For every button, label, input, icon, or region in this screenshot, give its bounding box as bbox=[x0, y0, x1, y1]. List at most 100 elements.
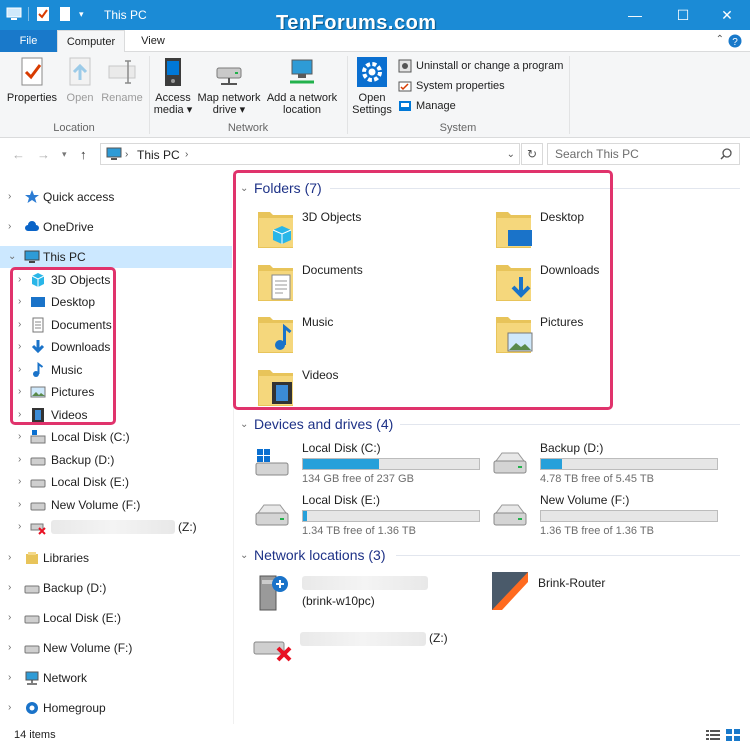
map-network-label-2: drive ▾ bbox=[212, 104, 246, 116]
tab-file[interactable]: File bbox=[0, 30, 57, 52]
search-box[interactable] bbox=[547, 143, 740, 165]
collapse-chevron-icon[interactable]: ⌄ bbox=[8, 251, 16, 262]
close-button[interactable]: ✕ bbox=[704, 0, 750, 30]
nav-backup-d[interactable]: › Backup (D:) bbox=[0, 449, 232, 471]
drive-tile-f[interactable]: New Volume (F:) 1.36 TB free of 1.36 TB bbox=[492, 493, 722, 537]
expand-chevron-icon[interactable]: › bbox=[8, 702, 11, 713]
uninstall-program-button[interactable]: Uninstall or change a program bbox=[398, 59, 563, 73]
search-input[interactable] bbox=[555, 147, 715, 161]
redacted-text bbox=[51, 520, 175, 534]
nav-backup-d-root[interactable]: › Backup (D:) bbox=[0, 577, 232, 599]
help-icon[interactable]: ? bbox=[728, 34, 742, 48]
nav-this-pc[interactable]: ⌄ This PC bbox=[0, 246, 232, 268]
tab-view[interactable]: View bbox=[130, 30, 176, 52]
new-folder-quick-icon[interactable] bbox=[57, 6, 73, 22]
up-arrow-icon[interactable]: ↑ bbox=[80, 147, 87, 162]
expand-chevron-icon[interactable]: › bbox=[8, 552, 11, 563]
drive-free-space: 134 GB free of 237 GB bbox=[302, 473, 414, 485]
drive-name: Backup (D:) bbox=[540, 441, 604, 455]
expand-chevron-icon[interactable]: › bbox=[8, 191, 11, 202]
address-bar[interactable]: › This PC › ⌄ bbox=[100, 143, 520, 165]
breadcrumb-chevron-icon[interactable]: › bbox=[185, 149, 188, 160]
network-location-brink-w10pc[interactable]: (brink-w10pc) bbox=[254, 572, 484, 618]
expand-chevron-icon[interactable]: › bbox=[8, 221, 11, 232]
nav-new-volume-f[interactable]: › New Volume (F:) bbox=[0, 494, 232, 516]
nav-local-disk-e[interactable]: › Local Disk (E:) bbox=[0, 471, 232, 493]
nav-label: OneDrive bbox=[43, 220, 94, 234]
nav-quick-access[interactable]: › Quick access bbox=[0, 186, 232, 208]
properties-button[interactable]: Properties bbox=[6, 56, 58, 104]
section-collapse-icon[interactable]: ⌄ bbox=[240, 419, 254, 430]
network-location-brink-router[interactable]: Brink-Router bbox=[490, 570, 720, 616]
nav-homegroup[interactable]: › Homegroup bbox=[0, 697, 232, 719]
expand-chevron-icon[interactable]: › bbox=[18, 431, 21, 442]
recent-locations-icon[interactable]: ▾ bbox=[62, 149, 67, 160]
maximize-button[interactable]: ☐ bbox=[660, 0, 706, 30]
nav-folders-highlight bbox=[10, 267, 116, 425]
hard-drive-icon bbox=[24, 615, 40, 624]
search-icon[interactable] bbox=[719, 147, 733, 161]
expand-chevron-icon[interactable]: › bbox=[8, 612, 11, 623]
library-icon bbox=[26, 552, 38, 564]
add-network-location-button[interactable]: Add a network location bbox=[264, 56, 340, 116]
network-section-header[interactable]: ⌄ Network locations (3) bbox=[240, 545, 386, 565]
drives-section-header[interactable]: ⌄ Devices and drives (4) bbox=[240, 414, 393, 434]
ribbon-tabs: File Computer View ⌃ ? bbox=[0, 30, 750, 53]
nav-libraries[interactable]: › Libraries bbox=[0, 547, 232, 569]
ribbon-separator bbox=[347, 56, 348, 134]
nav-new-volume-f-root[interactable]: › New Volume (F:) bbox=[0, 637, 232, 659]
tab-computer[interactable]: Computer bbox=[57, 30, 125, 53]
nav-network[interactable]: › Network bbox=[0, 667, 232, 689]
drive-usage-fill bbox=[541, 459, 563, 469]
map-network-drive-button[interactable]: Map network drive ▾ bbox=[196, 56, 262, 116]
manage-button[interactable]: Manage bbox=[398, 99, 456, 113]
section-collapse-icon[interactable]: ⌄ bbox=[240, 550, 254, 561]
breadcrumb-chevron-icon[interactable]: › bbox=[125, 149, 128, 160]
nav-label: Backup (D:) bbox=[51, 453, 115, 467]
manage-icon bbox=[399, 101, 411, 111]
expand-chevron-icon[interactable]: › bbox=[18, 476, 21, 487]
nav-local-disk-c[interactable]: › Local Disk (C:) bbox=[0, 426, 232, 448]
system-properties-label: System properties bbox=[416, 80, 505, 92]
drive-tile-e[interactable]: Local Disk (E:) 1.34 TB free of 1.36 TB bbox=[254, 493, 484, 537]
network-location-z-drive[interactable]: (Z:) bbox=[252, 628, 482, 674]
drive-name: Local Disk (E:) bbox=[302, 493, 381, 507]
collapse-ribbon-icon[interactable]: ⌃ bbox=[716, 34, 724, 45]
drive-tile-c[interactable]: Local Disk (C:) 134 GB free of 237 GB bbox=[254, 441, 484, 485]
open-settings-button[interactable]: Open Settings bbox=[350, 56, 394, 116]
this-pc-icon[interactable] bbox=[6, 6, 22, 22]
expand-chevron-icon[interactable]: › bbox=[18, 454, 21, 465]
router-icon bbox=[492, 572, 528, 610]
drive-free-space: 1.34 TB free of 1.36 TB bbox=[302, 525, 416, 537]
details-view-icon[interactable] bbox=[706, 729, 720, 741]
expand-chevron-icon[interactable]: › bbox=[18, 499, 21, 510]
properties-quick-icon[interactable] bbox=[35, 6, 51, 22]
access-media-button[interactable]: Access media ▾ bbox=[152, 56, 194, 116]
expand-chevron-icon[interactable]: › bbox=[8, 582, 11, 593]
properties-icon bbox=[21, 57, 43, 86]
open-button[interactable]: Open bbox=[62, 56, 98, 104]
customize-toolbar-icon[interactable]: ▾ bbox=[79, 9, 84, 20]
address-dropdown-icon[interactable]: ⌄ bbox=[507, 149, 515, 160]
system-properties-button[interactable]: System properties bbox=[398, 79, 505, 93]
rename-button[interactable]: Rename bbox=[100, 56, 144, 104]
expand-chevron-icon[interactable]: › bbox=[18, 521, 21, 532]
breadcrumb-this-pc[interactable]: This PC bbox=[137, 148, 180, 162]
forward-arrow-icon[interactable]: → bbox=[37, 147, 50, 162]
nav-local-disk-e-root[interactable]: › Local Disk (E:) bbox=[0, 607, 232, 629]
nav-onedrive[interactable]: › OneDrive bbox=[0, 216, 232, 238]
drive-tile-d[interactable]: Backup (D:) 4.78 TB free of 5.45 TB bbox=[492, 441, 722, 485]
network-group-label: Network bbox=[227, 122, 269, 134]
nav-z-drive[interactable]: › (Z:) bbox=[0, 516, 232, 538]
back-arrow-icon[interactable]: ← bbox=[12, 147, 25, 162]
nav-label: Backup (D:) bbox=[43, 581, 107, 595]
expand-chevron-icon[interactable]: › bbox=[8, 642, 11, 653]
add-network-label-2: location bbox=[283, 104, 321, 116]
rename-label: Rename bbox=[101, 92, 143, 104]
system-properties-icon bbox=[398, 81, 412, 92]
large-icons-view-icon[interactable] bbox=[726, 729, 740, 741]
minimize-button[interactable]: — bbox=[612, 0, 658, 30]
windows-drive-icon bbox=[255, 449, 289, 476]
refresh-button[interactable]: ↻ bbox=[521, 143, 543, 165]
expand-chevron-icon[interactable]: › bbox=[8, 672, 11, 683]
